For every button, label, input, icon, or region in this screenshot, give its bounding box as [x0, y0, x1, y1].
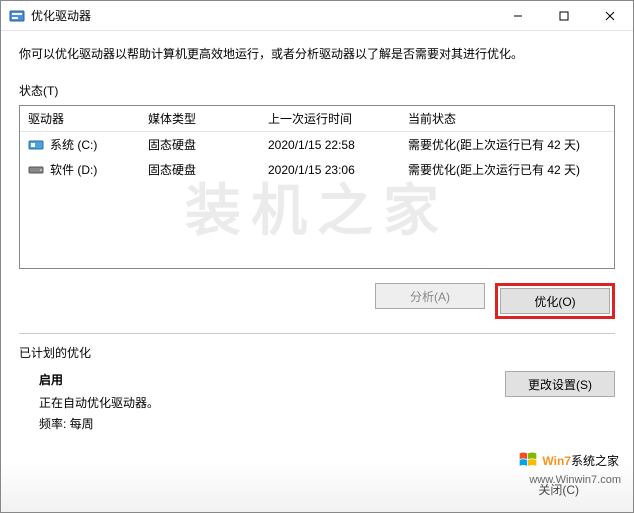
logo-brand-colored: Win7	[542, 454, 571, 468]
last-run: 2020/1/15 22:58	[260, 132, 400, 158]
optimize-highlight: 优化(O)	[495, 283, 615, 319]
schedule-frequency: 频率: 每周	[39, 415, 159, 432]
schedule-row: 启用 正在自动优化驱动器。 频率: 每周 更改设置(S)	[19, 371, 615, 436]
col-drive[interactable]: 驱动器	[20, 106, 140, 132]
analyze-button: 分析(A)	[375, 283, 485, 309]
table-row[interactable]: 软件 (D:) 固态硬盘2020/1/15 23:06需要优化(距上次运行已有 4…	[20, 157, 614, 182]
corner-logo: Win7系统之家	[514, 448, 623, 472]
schedule-line1: 正在自动优化驱动器。	[39, 394, 159, 411]
window-title: 优化驱动器	[31, 7, 91, 24]
media-type: 固态硬盘	[140, 132, 260, 158]
drives-listbox[interactable]: 装机之家 驱动器 媒体类型 上一次运行时间 当前状态 系统 (C:)固态硬盘20…	[19, 105, 615, 269]
col-state[interactable]: 当前状态	[400, 106, 614, 132]
table-row[interactable]: 系统 (C:) 固态硬盘2020/1/15 22:58需要优化(距上次运行已有 4…	[20, 132, 614, 158]
last-run: 2020/1/15 23:06	[260, 157, 400, 182]
drive-name: 软件 (D:)	[50, 161, 97, 178]
schedule-section-title: 已计划的优化	[19, 344, 615, 361]
window-controls	[495, 2, 633, 30]
schedule-info: 启用 正在自动优化驱动器。 频率: 每周	[19, 371, 159, 436]
logo-url: www.Winwin7.com	[529, 474, 621, 486]
app-icon	[9, 8, 25, 24]
system-drive-icon	[28, 139, 44, 151]
status-label: 状态(T)	[19, 82, 615, 99]
body: 你可以优化驱动器以帮助计算机更高效地运行，或者分析驱动器以了解是否需要对其进行优…	[1, 31, 633, 446]
optimize-button[interactable]: 优化(O)	[500, 288, 610, 314]
current-state: 需要优化(距上次运行已有 42 天)	[400, 157, 614, 182]
col-media[interactable]: 媒体类型	[140, 106, 260, 132]
minimize-button[interactable]	[495, 2, 541, 30]
logo-brand-tail: 系统之家	[571, 454, 619, 468]
change-settings-button[interactable]: 更改设置(S)	[505, 371, 615, 397]
media-type: 固态硬盘	[140, 157, 260, 182]
table-header-row: 驱动器 媒体类型 上一次运行时间 当前状态	[20, 106, 614, 132]
logo-text: Win7系统之家	[542, 452, 619, 469]
col-last[interactable]: 上一次运行时间	[260, 106, 400, 132]
current-state: 需要优化(距上次运行已有 42 天)	[400, 132, 614, 158]
drive-name: 系统 (C:)	[50, 136, 97, 153]
titlebar: 优化驱动器	[1, 1, 633, 31]
divider	[19, 333, 615, 334]
schedule-enable-label: 启用	[39, 371, 159, 388]
description-text: 你可以优化驱动器以帮助计算机更高效地运行，或者分析驱动器以了解是否需要对其进行优…	[19, 45, 615, 62]
maximize-button[interactable]	[541, 2, 587, 30]
close-button[interactable]	[587, 2, 633, 30]
action-buttons-row: 分析(A) 优化(O)	[19, 283, 615, 319]
drives-table: 驱动器 媒体类型 上一次运行时间 当前状态 系统 (C:) 固态硬盘2020/1/…	[20, 106, 614, 182]
hdd-drive-icon	[28, 164, 44, 176]
optimize-drives-window: 优化驱动器 你可以优化驱动器以帮助计算机更高效地运行，或者分析驱动器以了解是否需…	[0, 0, 634, 513]
windows-flag-icon	[518, 450, 538, 470]
